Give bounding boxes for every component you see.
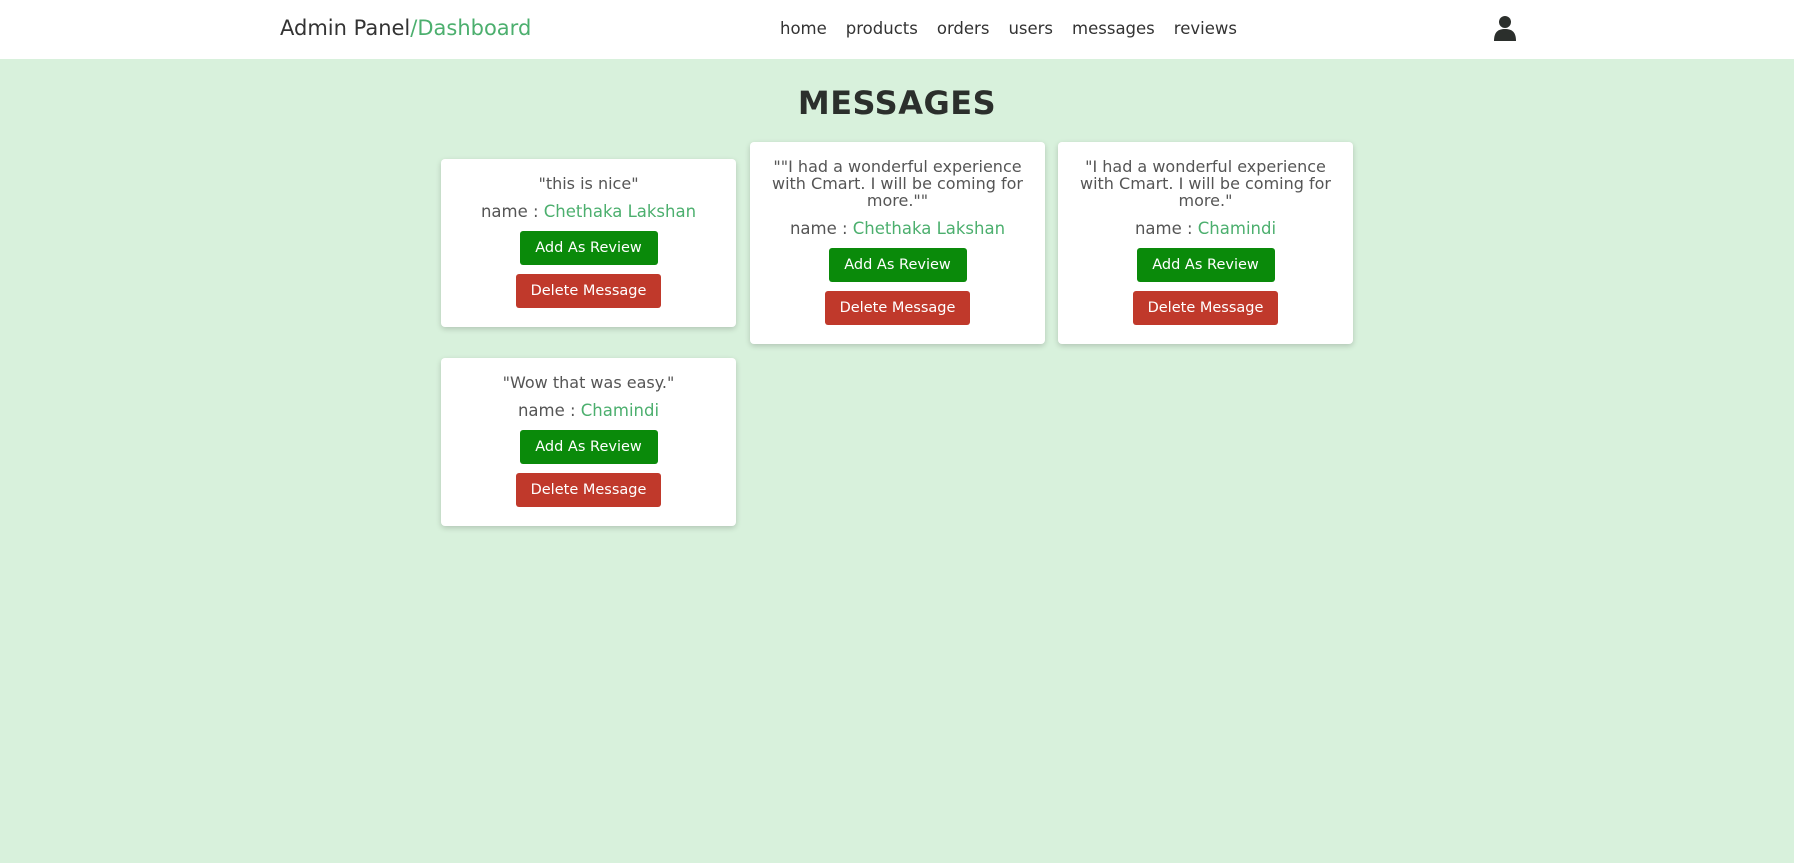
message-text: "Wow that was easy." [502,373,675,392]
nav-messages[interactable]: messages [1072,19,1155,38]
add-as-review-button[interactable]: Add As Review [828,248,967,282]
delete-message-button[interactable]: Delete Message [516,274,661,308]
name-label: name : [480,202,544,221]
message-sender: name : Chamindi [459,401,718,420]
page-title: MESSAGES [797,84,997,122]
brand-title[interactable]: Admin Panel/Dashboard [280,16,531,40]
nav-products[interactable]: products [846,19,918,38]
name-label: name : [1134,219,1198,238]
top-header: Admin Panel/Dashboard home products orde… [0,0,1794,59]
delete-message-button[interactable]: Delete Message [516,473,661,507]
main-nav: home products orders users messages revi… [780,19,1237,38]
add-as-review-button[interactable]: Add As Review [1136,248,1275,282]
nav-orders[interactable]: orders [937,19,990,38]
user-icon[interactable] [1494,15,1516,41]
message-sender: name : Chethaka Lakshan [459,202,718,221]
add-as-review-button[interactable]: Add As Review [519,231,658,265]
sender-name: Chethaka Lakshan [543,202,697,221]
add-as-review-button[interactable]: Add As Review [519,430,658,464]
message-sender: name : Chamindi [1076,219,1335,238]
brand-dashboard-link[interactable]: /Dashboard [410,16,531,40]
nav-reviews[interactable]: reviews [1174,19,1237,38]
message-card: "I had a wonderful experience with Cmart… [1058,142,1353,344]
message-card: ""I had a wonderful experience with Cmar… [750,142,1045,344]
message-card: "this is nice" name : Chethaka Lakshan A… [441,159,736,327]
message-text: ""I had a wonderful experience with Cmar… [771,157,1023,210]
message-text: "I had a wonderful experience with Cmart… [1079,157,1331,210]
brand-main: Admin Panel [280,16,411,40]
delete-message-button[interactable]: Delete Message [825,291,970,325]
sender-name: Chamindi [580,401,660,420]
message-sender: name : Chethaka Lakshan [768,219,1027,238]
name-label: name : [517,401,581,420]
message-text: "this is nice" [538,174,639,193]
sender-name: Chamindi [1197,219,1277,238]
delete-message-button[interactable]: Delete Message [1133,291,1278,325]
message-card: "Wow that was easy." name : Chamindi Add… [441,358,736,526]
nav-users[interactable]: users [1008,19,1053,38]
name-label: name : [789,219,853,238]
sender-name: Chethaka Lakshan [852,219,1006,238]
nav-home[interactable]: home [780,19,827,38]
